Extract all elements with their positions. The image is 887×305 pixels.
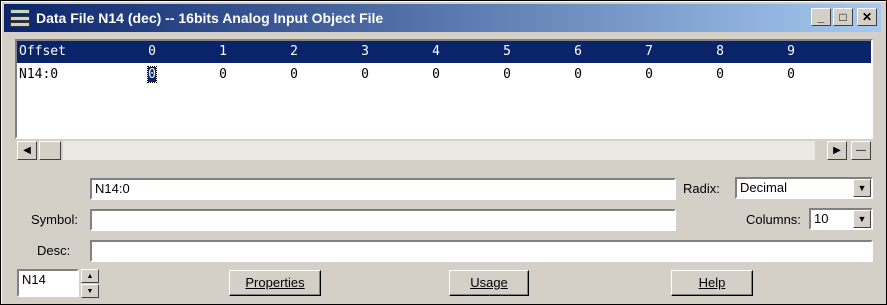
column-header-2[interactable]: 2 [259, 41, 329, 63]
column-header-6[interactable]: 6 [543, 41, 613, 63]
split-collapse-button[interactable]: — [851, 141, 871, 160]
symbol-field[interactable] [90, 209, 676, 231]
scroll-left-icon[interactable]: ◀ [17, 141, 37, 160]
columns-select[interactable]: 10 ▼ [809, 208, 873, 230]
spin-up-icon[interactable]: ▲ [81, 269, 99, 283]
desc-label: Desc: [37, 243, 71, 258]
value-cell[interactable]: 0 [117, 65, 187, 85]
value-cell[interactable]: 0 [472, 65, 542, 85]
data-file-window: Data File N14 (dec) -- 16bits Analog Inp… [0, 0, 887, 305]
horizontal-scrollbar[interactable]: ◀ ▶ — [15, 141, 873, 161]
restore-icon[interactable]: □ [833, 8, 853, 26]
scroll-thumb[interactable] [39, 141, 61, 160]
properties-button-label: Properties [245, 275, 305, 290]
column-header-9[interactable]: 9 [756, 41, 826, 63]
minimize-icon[interactable]: _ [811, 8, 831, 26]
column-header-0[interactable]: 0 [117, 41, 187, 63]
usage-button[interactable]: Usage [449, 270, 529, 296]
radix-label: Radix: [683, 181, 720, 196]
window-title: Data File N14 (dec) -- 16bits Analog Inp… [36, 10, 384, 26]
column-header-7[interactable]: 7 [614, 41, 684, 63]
column-header-8[interactable]: 8 [685, 41, 755, 63]
usage-button-label: Usage [470, 275, 508, 290]
value-cell[interactable]: 0 [401, 65, 471, 85]
value-cell[interactable]: 0 [188, 65, 258, 85]
value-cell[interactable]: 0 [543, 65, 613, 85]
radix-select[interactable]: Decimal ▼ [735, 177, 873, 199]
row-offset-label: N14:0 [19, 67, 59, 82]
scroll-track[interactable] [63, 141, 815, 160]
title-bar[interactable]: Data File N14 (dec) -- 16bits Analog Inp… [4, 4, 881, 32]
scroll-right-icon[interactable]: ▶ [827, 141, 847, 160]
value-cell[interactable]: 0 [330, 65, 400, 85]
value-cell[interactable]: 0 [259, 65, 329, 85]
properties-button[interactable]: Properties [229, 270, 321, 296]
address-field[interactable]: N14:0 [90, 178, 676, 200]
close-icon[interactable]: ✕ [857, 8, 877, 26]
value-cell[interactable]: 0 [614, 65, 684, 85]
column-header-1[interactable]: 1 [188, 41, 258, 63]
dropdown-arrow-icon[interactable]: ▼ [853, 179, 871, 197]
column-header-3[interactable]: 3 [330, 41, 400, 63]
selected-value[interactable]: 0 [147, 66, 157, 83]
radix-value: Decimal [740, 180, 787, 195]
value-cell[interactable]: 0 [756, 65, 826, 85]
column-header-offset: Offset [19, 44, 66, 59]
grid-header: Offset 0 1 2 3 4 5 6 7 8 9 [17, 41, 871, 63]
symbol-label: Symbol: [31, 212, 78, 227]
table-row: N14:0 0 0 0 0 0 0 0 0 0 0 [17, 65, 871, 85]
column-header-4[interactable]: 4 [401, 41, 471, 63]
columns-label: Columns: [746, 212, 801, 227]
desc-field[interactable] [90, 240, 873, 262]
file-number-input[interactable]: N14 [17, 269, 79, 297]
data-file-icon [10, 9, 30, 27]
column-header-5[interactable]: 5 [472, 41, 542, 63]
help-button[interactable]: Help [671, 270, 753, 296]
dropdown-arrow-icon[interactable]: ▼ [853, 210, 871, 228]
help-button-label: Help [698, 275, 726, 290]
value-cell[interactable]: 0 [685, 65, 755, 85]
columns-value: 10 [814, 211, 829, 226]
spin-down-icon[interactable]: ▼ [81, 284, 99, 298]
data-grid[interactable]: Offset 0 1 2 3 4 5 6 7 8 9 N14:0 0 0 0 0… [15, 39, 873, 139]
